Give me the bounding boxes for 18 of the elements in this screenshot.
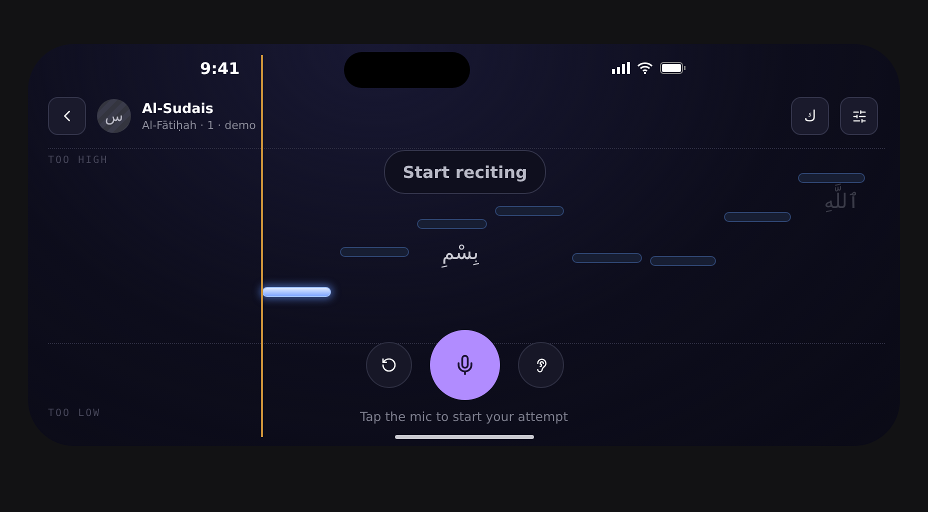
status-time: 9:41 [200,58,241,78]
reciter-name: Al-Sudais [142,100,214,116]
wifi-icon [637,62,653,74]
script-button[interactable]: ك [791,97,829,135]
restart-icon [381,357,397,373]
reciter-avatar: س [97,99,131,133]
arabic-word: بِسْمِ [439,234,482,270]
mic-hint: Tap the mic to start your attempt [360,409,568,424]
restart-button[interactable] [366,342,412,388]
signal-icon [612,62,630,74]
pitch-label: TOO HIGH [48,155,108,166]
battery-icon [660,62,686,74]
settings-button[interactable] [840,97,878,135]
start-reciting-prompt: Start reciting [384,150,546,194]
surah-subtitle: Al-Fātiḥah · 1 · demo [142,118,256,132]
listen-button[interactable] [518,342,564,388]
settings-icon [852,108,866,124]
pitch-label: TOO LOW [48,408,101,419]
